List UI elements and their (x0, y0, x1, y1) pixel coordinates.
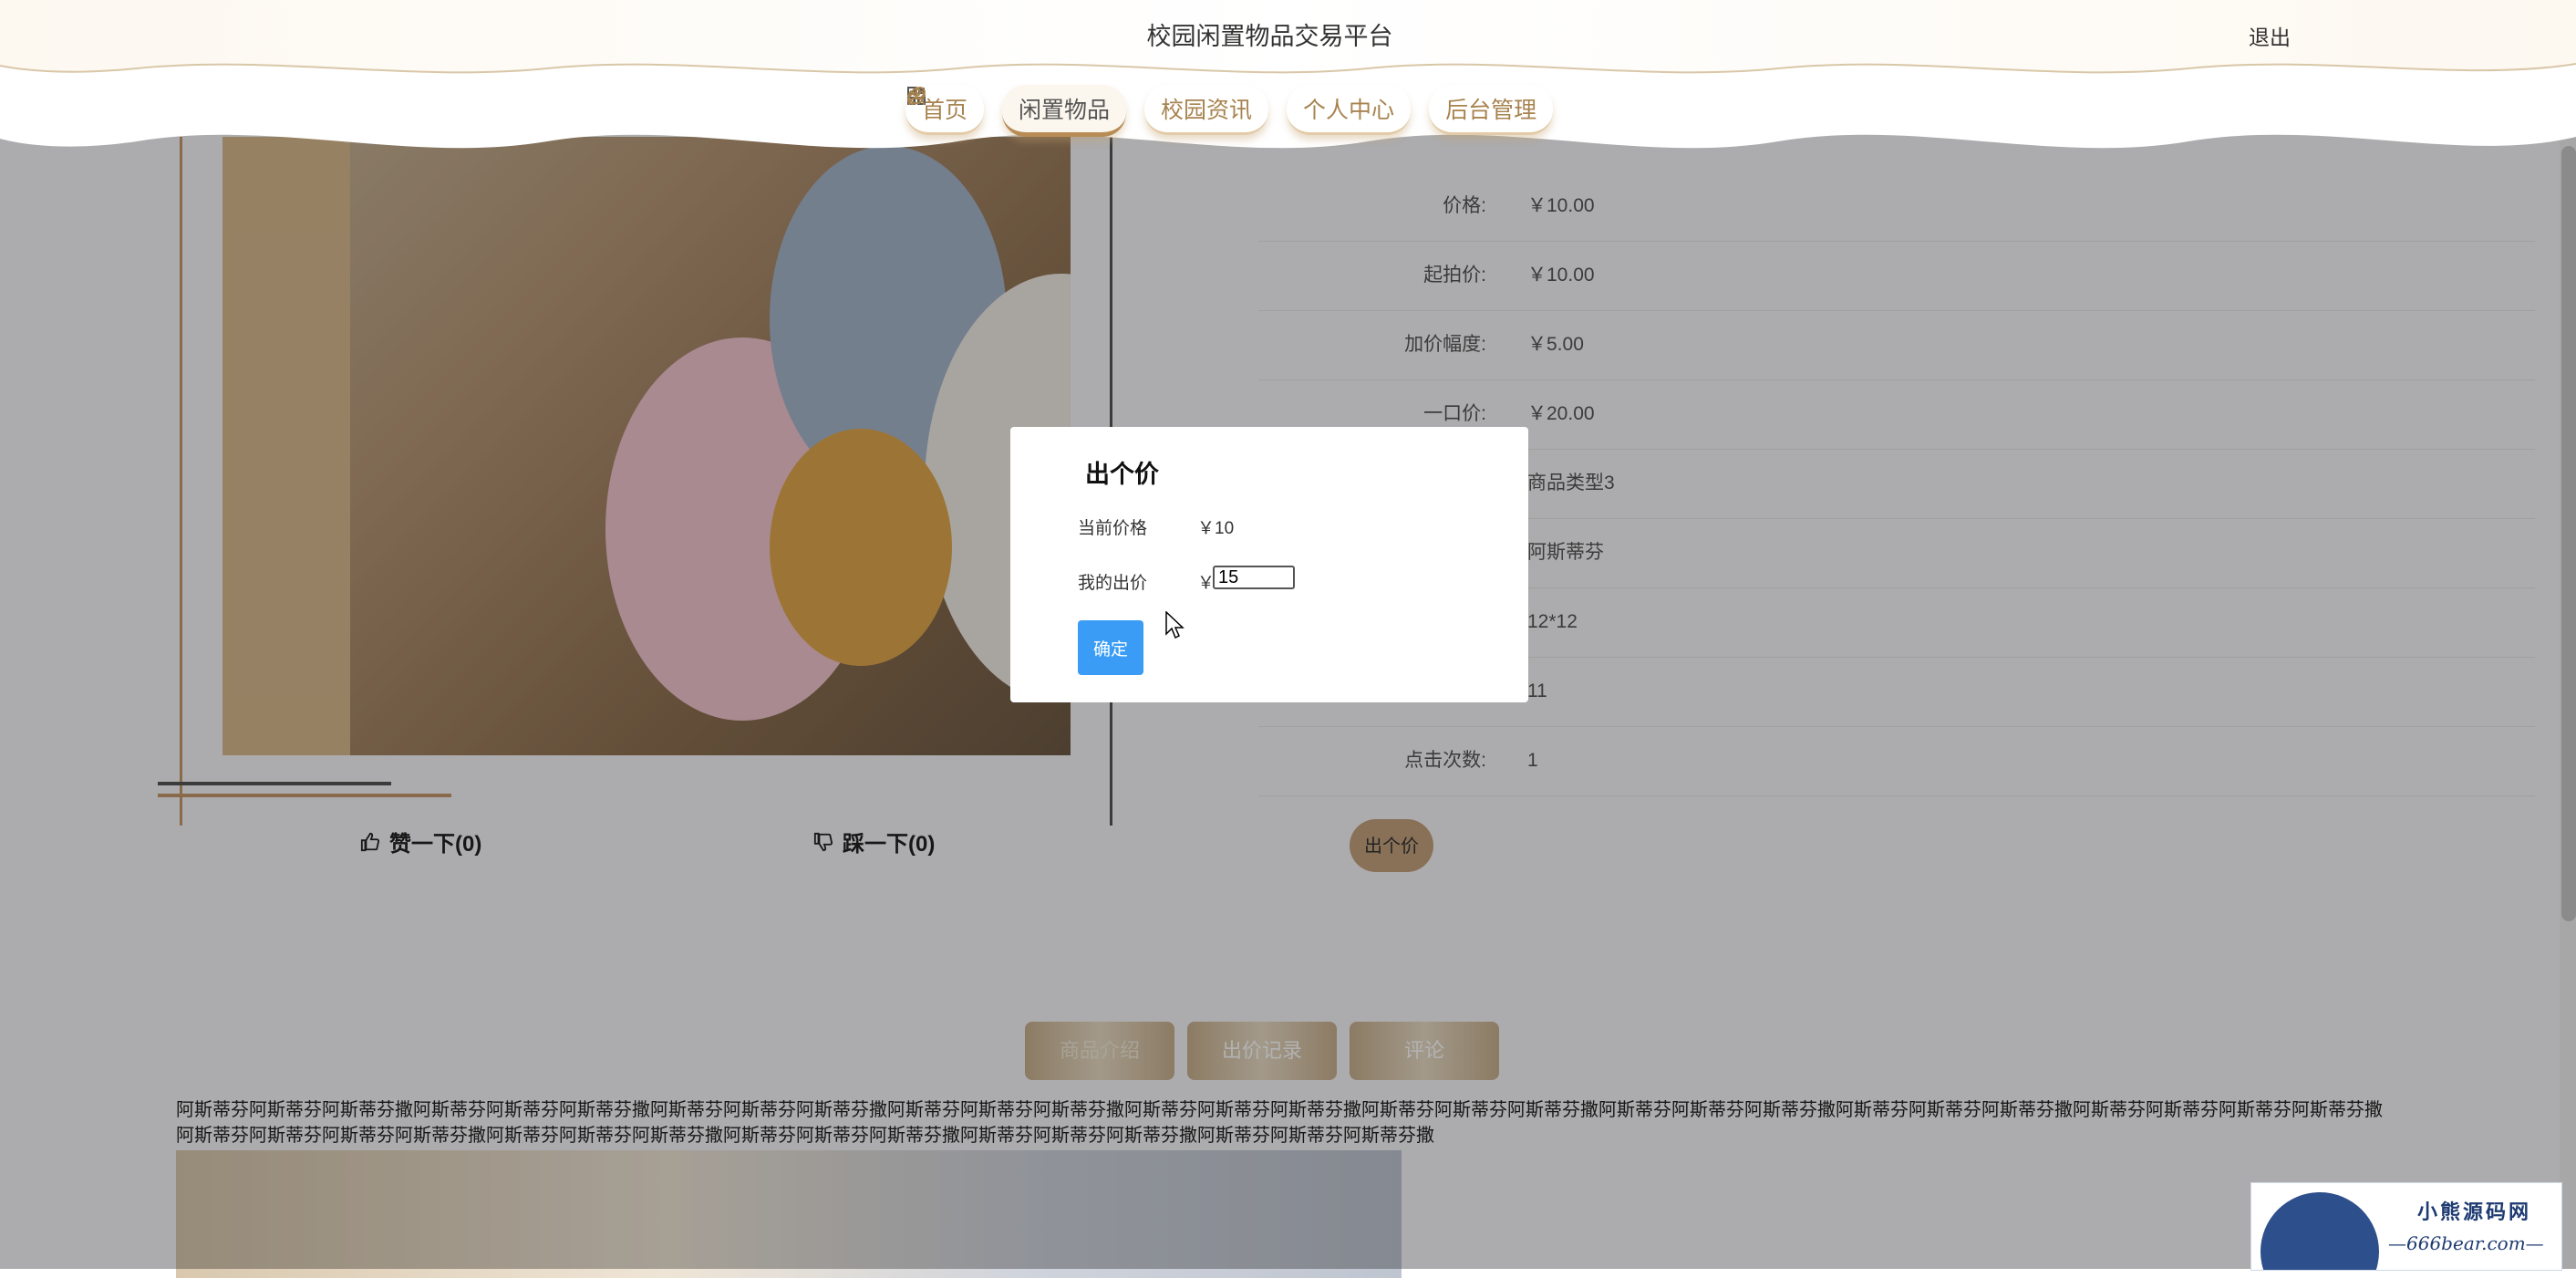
nav-idle-items[interactable]: 闲置物品 (907, 85, 1127, 137)
dialog-title: 出个价 (1085, 461, 1159, 488)
current-price-label: 当前价格 (1078, 519, 1148, 538)
logout-link[interactable]: 退出 (2249, 20, 2291, 51)
nav-personal-center[interactable]: 个人中心 (908, 85, 1412, 135)
site-header: 校园闲置物品交易平台 退出 首页 闲置物品 校园资讯 个人中心 后台管理 (0, 0, 2576, 155)
bid-amount-input[interactable] (1213, 566, 1295, 589)
nav-campus-news[interactable]: 校园资讯 (908, 85, 1269, 135)
current-price-value: ￥10 (1197, 519, 1235, 538)
nav-label: 后台管理 (1445, 98, 1537, 123)
link-icon (907, 87, 926, 105)
watermark-line1: 小熊源码网 (2417, 1200, 2532, 1224)
site-title: 校园闲置物品交易平台 (1146, 23, 1393, 50)
bid-dialog: 出个价 当前价格 ￥10 我的出价 ￥ 确定 (1010, 427, 1528, 702)
nav-label: 个人中心 (1303, 98, 1395, 123)
nav-label: 校园资讯 (1161, 98, 1253, 123)
nav-label: 闲置物品 (1019, 98, 1111, 123)
watermark-logo: 小熊源码网 —666bear.com— (2250, 1182, 2562, 1271)
bear-logo-icon (2260, 1192, 2379, 1270)
watermark-line2: —666bear.com— (2388, 1232, 2544, 1254)
nav-admin[interactable]: 后台管理 (907, 85, 1554, 135)
nav-label: 首页 (922, 98, 968, 123)
confirm-button[interactable]: 确定 (1078, 620, 1143, 675)
mouse-cursor-icon (1165, 611, 1185, 639)
my-bid-label: 我的出价 (1078, 574, 1148, 593)
main-nav: 首页 闲置物品 校园资讯 个人中心 后台管理 (905, 85, 1554, 137)
